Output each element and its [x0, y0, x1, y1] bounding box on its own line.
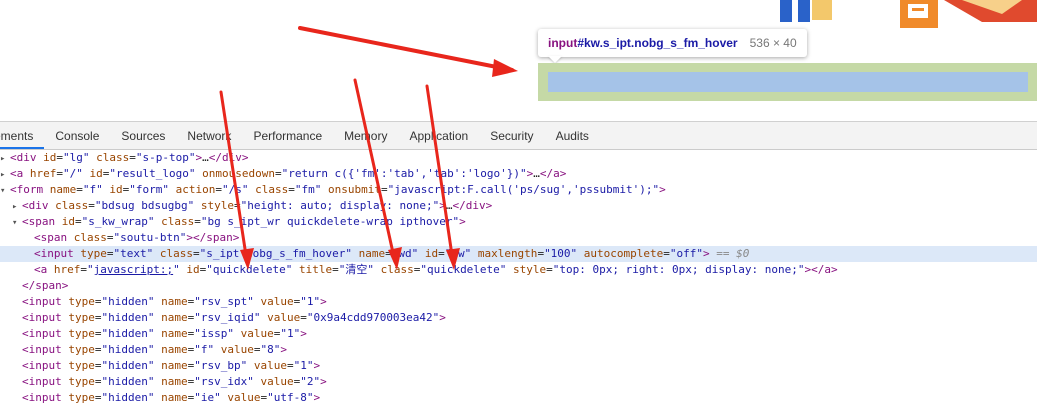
dom-node-line[interactable]: ▾ <span id="s_kw_wrap" class="bg s_ipt_wr… — [0, 214, 1037, 230]
tooltip-caret — [548, 56, 562, 63]
tooltip-size: 536 × 40 — [749, 36, 797, 50]
expanded-triangle-icon[interactable]: ▾ — [12, 215, 22, 231]
dom-node-line[interactable]: <input type="hidden" name="rsv_iqid" val… — [0, 310, 1037, 326]
tab-memory[interactable]: Memory — [333, 123, 398, 149]
dom-node-line[interactable]: ▸ <div id="lg" class="s-p-top">…</div> — [0, 150, 1037, 166]
dom-node-line[interactable]: <span class="soutu-btn"></span> — [0, 230, 1037, 246]
dom-node-line[interactable]: <input type="hidden" name="f" value="8"> — [0, 342, 1037, 358]
dom-node-line[interactable]: ▸ <div class="bdsug bdsugbg" style="heigh… — [0, 198, 1037, 214]
collapsed-triangle-icon[interactable]: ▸ — [12, 199, 22, 215]
tab-performance[interactable]: Performance — [242, 123, 333, 149]
tab-elements[interactable]: ements — [0, 123, 45, 149]
collapsed-triangle-icon[interactable]: ▸ — [0, 151, 10, 167]
dom-node-markup: <input type="hidden" name="f" value="8"> — [22, 343, 287, 356]
selected-dom-node[interactable]: <input type="text" class="s_ipt nobg_s_f… — [0, 246, 1037, 262]
collapsed-triangle-icon[interactable]: ▸ — [0, 167, 10, 183]
dom-node-line[interactable]: <input type="hidden" name="rsv_idx" valu… — [0, 374, 1037, 390]
dom-node-line[interactable]: ▾ <form name="f" id="form" action="/s" cl… — [0, 182, 1037, 198]
tab-audits[interactable]: Audits — [545, 123, 600, 149]
dom-node-line[interactable]: <input type="hidden" name="rsv_bp" value… — [0, 358, 1037, 374]
dom-node-markup: </span> — [22, 279, 69, 292]
dom-node-markup: <div class="bdsug bdsugbg" style="height… — [22, 199, 493, 212]
dom-node-markup: <span id="s_kw_wrap" class="bg s_ipt_wr … — [22, 215, 466, 228]
devtools-panel: ements Console Sources Network Performan… — [0, 121, 1037, 406]
expanded-triangle-icon[interactable]: ▾ — [0, 183, 10, 199]
dom-node-markup: <input type="hidden" name="rsv_spt" valu… — [22, 295, 327, 308]
dom-node-line[interactable]: <a href="javascript:;" id="quickdelete" … — [0, 262, 1037, 278]
dom-node-line[interactable]: <input type="hidden" name="issp" value="… — [0, 326, 1037, 342]
dom-node-line[interactable]: ▸ <a href="/" id="result_logo" onmousedow… — [0, 166, 1037, 182]
tooltip-selector: #kw.s_ipt.nobg_s_fm_hover — [577, 36, 738, 50]
doodle-logo-fragment — [780, 0, 1037, 28]
dom-node-line[interactable]: <input type="hidden" name="rsv_spt" valu… — [0, 294, 1037, 310]
dom-node-line[interactable]: </span> — [0, 278, 1037, 294]
dom-node-markup: <div id="lg" class="s-p-top">…</div> — [10, 151, 249, 164]
tab-application[interactable]: Application — [398, 123, 479, 149]
tab-console[interactable]: Console — [44, 123, 110, 149]
dom-node-markup: <input type="hidden" name="rsv_bp" value… — [22, 359, 321, 372]
dom-node-line[interactable]: <input type="hidden" name="ie" value="ut… — [0, 390, 1037, 406]
dom-node-markup: <input type="hidden" name="ie" value="ut… — [22, 391, 321, 404]
dom-node-markup: <input type="text" class="s_ipt nobg_s_f… — [34, 247, 750, 260]
element-highlight-content — [548, 72, 1028, 92]
dom-node-markup: <input type="hidden" name="rsv_iqid" val… — [22, 311, 446, 324]
tab-network[interactable]: Network — [176, 123, 242, 149]
dom-node-markup: <span class="soutu-btn"></span> — [34, 231, 240, 244]
dom-tree: ▸ <div id="lg" class="s-p-top">…</div> ▸ <a… — [0, 150, 1037, 406]
dom-node-markup: <input type="hidden" name="issp" value="… — [22, 327, 307, 340]
dom-node-markup: <form name="f" id="form" action="/s" cla… — [10, 183, 666, 196]
tab-security[interactable]: Security — [479, 123, 544, 149]
devtools-tabbar: ements Console Sources Network Performan… — [0, 122, 1037, 150]
tab-sources[interactable]: Sources — [110, 123, 176, 149]
webpage-area: input #kw.s_ipt.nobg_s_fm_hover 536 × 40 — [0, 0, 1037, 121]
tooltip-tag: input — [548, 36, 578, 50]
inspect-tooltip: input #kw.s_ipt.nobg_s_fm_hover 536 × 40 — [538, 29, 807, 57]
dom-node-markup: <a href="/" id="result_logo" onmousedown… — [10, 167, 567, 180]
dom-node-markup: <a href="javascript:;" id="quickdelete" … — [34, 263, 838, 276]
dom-node-markup: <input type="hidden" name="rsv_idx" valu… — [22, 375, 327, 388]
